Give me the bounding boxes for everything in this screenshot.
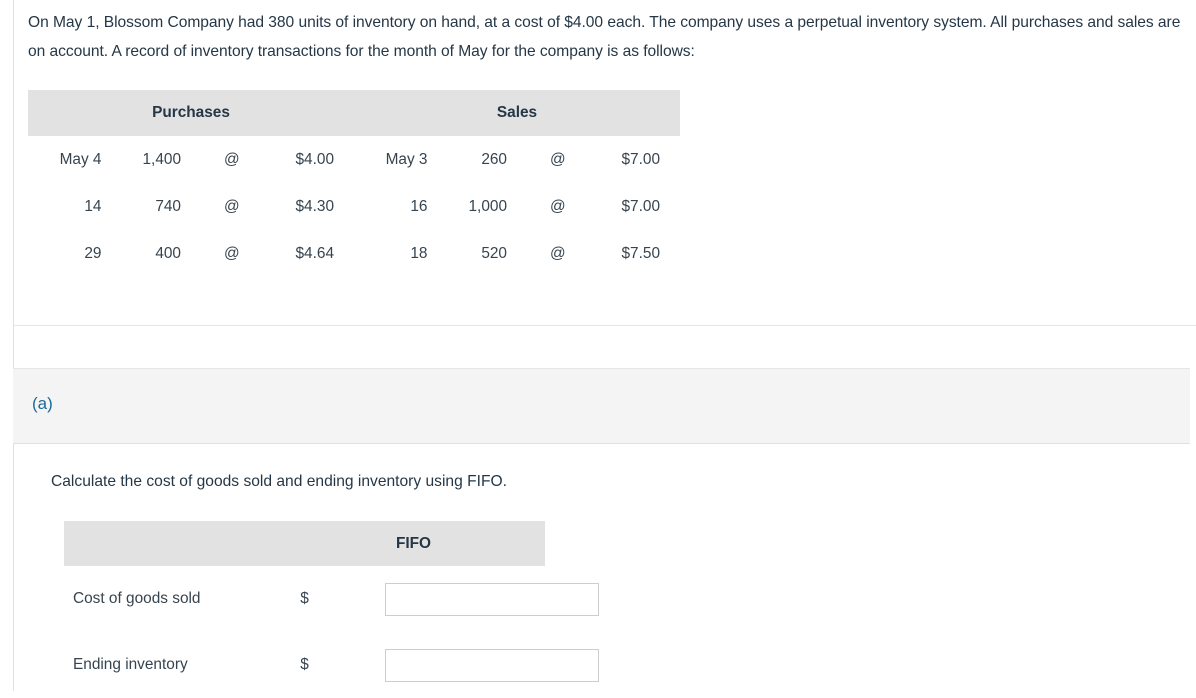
purchase-units: 1,400 [142, 150, 181, 168]
fifo-column-header-cell: FIFO [64, 521, 545, 566]
purchase-date: 29 [84, 244, 102, 262]
fifo-answer-section: FIFO Cost of goods sold $ Ending invento… [14, 493, 1196, 698]
purchases-header: Purchases [28, 90, 354, 136]
sale-price: $7.50 [621, 244, 660, 262]
ending-inventory-label: Ending inventory [73, 656, 188, 673]
section-divider-gap [13, 325, 1196, 368]
sale-units: 260 [481, 150, 507, 168]
table-row: 14 740 @ $4.30 16 1,000 @ $7.00 [28, 183, 680, 230]
currency-symbol: $ [300, 656, 309, 673]
fifo-header-row: FIFO [64, 521, 545, 566]
purchase-date: 14 [84, 197, 102, 215]
sale-units: 520 [481, 244, 507, 262]
table-header-row: Purchases Sales [28, 90, 680, 136]
sales-header: Sales [354, 90, 680, 136]
fifo-row-cost-of-goods-sold: Cost of goods sold $ [64, 566, 599, 632]
question-prompt: Calculate the cost of goods sold and end… [51, 473, 507, 490]
ending-inventory-input-cell [384, 632, 599, 698]
sale-at-symbol: @ [549, 244, 566, 262]
purchase-units: 740 [155, 197, 181, 215]
currency-symbol: $ [300, 590, 309, 607]
problem-statement-block: On May 1, Blossom Company had 380 units … [0, 0, 1196, 66]
purchase-units: 400 [155, 244, 181, 262]
purchase-price: $4.64 [295, 244, 334, 262]
cost-of-goods-sold-input[interactable] [384, 582, 599, 616]
inventory-transactions-table: Purchases Sales May 4 1,400 @ $4.00 May … [28, 90, 680, 277]
sale-at-symbol: @ [549, 197, 566, 215]
question-body: Calculate the cost of goods sold and end… [13, 444, 1196, 698]
cost-of-goods-sold-label: Cost of goods sold [73, 590, 201, 607]
fifo-row-ending-inventory: Ending inventory $ [64, 632, 599, 698]
purchase-at-symbol: @ [223, 197, 240, 215]
sale-units: 1,000 [468, 197, 507, 215]
purchase-date: May 4 [59, 150, 102, 168]
ending-inventory-input[interactable] [384, 648, 599, 682]
table-row: 29 400 @ $4.64 18 520 @ $7.50 [28, 230, 680, 277]
sale-price: $7.00 [621, 150, 660, 168]
sale-date: 18 [410, 244, 428, 262]
purchase-at-symbol: @ [223, 244, 240, 262]
fifo-answer-table: FIFO Cost of goods sold $ Ending invento… [64, 521, 599, 698]
problem-statement-text: On May 1, Blossom Company had 380 units … [28, 14, 1181, 60]
sale-date: 16 [410, 197, 428, 215]
inventory-transactions-section: Purchases Sales May 4 1,400 @ $4.00 May … [0, 90, 1196, 277]
purchase-at-symbol: @ [223, 150, 240, 168]
purchase-price: $4.30 [295, 197, 334, 215]
table-row: May 4 1,400 @ $4.00 May 3 260 @ $7.00 [28, 136, 680, 183]
sale-price: $7.00 [621, 197, 660, 215]
sale-date: May 3 [385, 150, 428, 168]
part-a-panel: (a) [13, 368, 1190, 444]
purchase-price: $4.00 [295, 150, 334, 168]
cost-of-goods-sold-input-cell [384, 566, 599, 632]
sale-at-symbol: @ [549, 150, 566, 168]
part-a-label: (a) [32, 394, 53, 413]
fifo-column-header: FIFO [395, 534, 432, 552]
